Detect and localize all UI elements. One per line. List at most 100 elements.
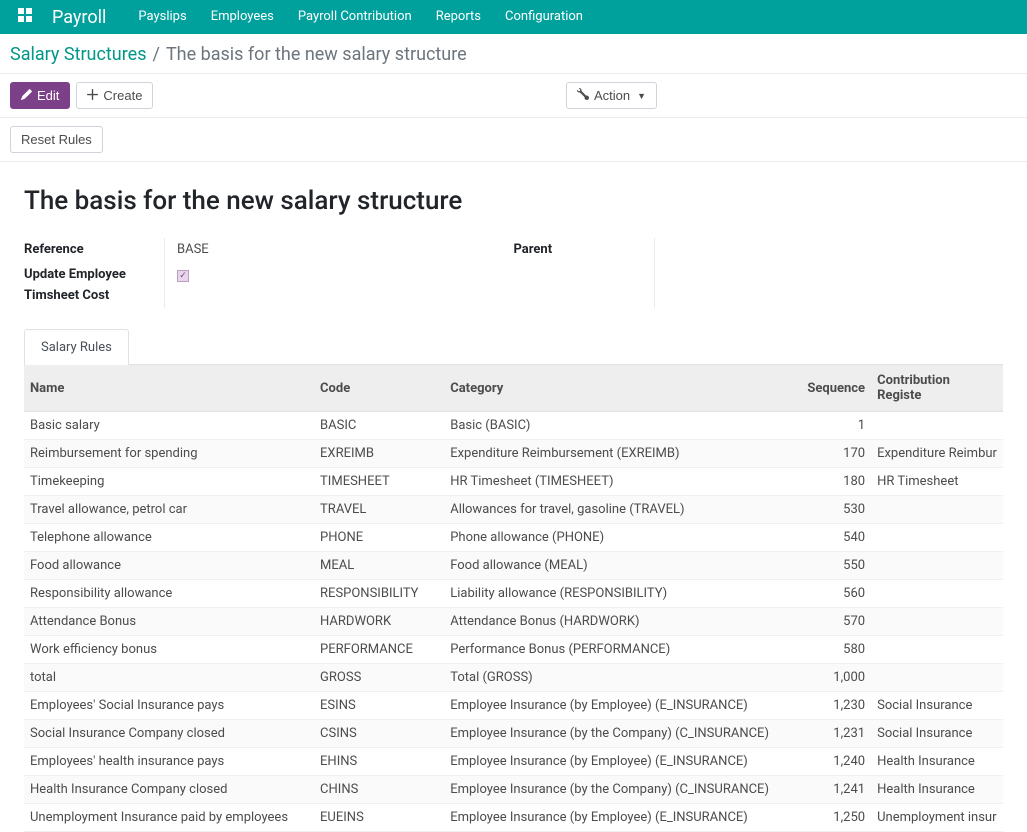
cell-reg [871,608,1003,636]
cp-left: Edit Create [10,82,153,109]
label-parent: Parent [514,238,654,263]
cell-code: RESPONSIBILITY [314,580,444,608]
cell-seq: 1,250 [795,804,872,832]
cell-code: TIMESHEET [314,468,444,496]
wrench-icon [577,88,589,103]
cell-code: EUEINS [314,804,444,832]
cell-name: Employees' Social Insurance pays [24,692,314,720]
cell-category: Allowances for travel, gasoline (TRAVEL) [444,496,794,524]
cell-seq: 170 [795,440,872,468]
th-category[interactable]: Category [444,365,794,412]
cell-reg: Health Insurance [871,748,1003,776]
table-row[interactable]: Social Insurance Company closedCSINSEmpl… [24,720,1003,748]
cell-category: Total (GROSS) [444,664,794,692]
cell-name: Employees' health insurance pays [24,748,314,776]
table-header-row: Name Code Category Sequence Contribution… [24,365,1003,412]
cell-reg [871,496,1003,524]
edit-button[interactable]: Edit [10,82,70,109]
th-name[interactable]: Name [24,365,314,412]
form-labels-left: Reference Update Employee Timsheet Cost [24,238,164,308]
label-reference: Reference [24,238,164,263]
th-register[interactable]: Contribution Registe [871,365,1003,412]
edit-label: Edit [37,88,59,103]
table-row[interactable]: totalGROSSTotal (GROSS)1,000 [24,664,1003,692]
cell-name: Basic salary [24,412,314,440]
table-row[interactable]: Unemployment Insurance paid by employees… [24,804,1003,832]
cell-seq: 570 [795,608,872,636]
table-row[interactable]: Attendance BonusHARDWORKAttendance Bonus… [24,608,1003,636]
cell-seq: 1,230 [795,692,872,720]
create-button[interactable]: Create [76,82,153,109]
cell-name: Work efficiency bonus [24,636,314,664]
tab-salary-rules[interactable]: Salary Rules [24,329,129,365]
cell-code: PHONE [314,524,444,552]
cell-seq: 540 [795,524,872,552]
control-panel: Edit Create Action ▼ [0,74,1027,118]
form-fields: Reference Update Employee Timsheet Cost … [24,238,1003,308]
reset-rules-button[interactable]: Reset Rules [10,126,103,153]
app-brand[interactable]: Payroll [42,7,126,28]
nav-employees[interactable]: Employees [199,0,286,34]
cell-seq: 580 [795,636,872,664]
table-row[interactable]: Travel allowance, petrol carTRAVELAllowa… [24,496,1003,524]
cell-category: Food allowance (MEAL) [444,552,794,580]
label-update-cost: Update Employee Timsheet Cost [24,263,164,309]
pencil-icon [21,88,32,103]
cell-code: MEAL [314,552,444,580]
cell-category: Liability allowance (RESPONSIBILITY) [444,580,794,608]
cell-category: Basic (BASIC) [444,412,794,440]
cell-name: Attendance Bonus [24,608,314,636]
table-row[interactable]: Employees' Social Insurance paysESINSEmp… [24,692,1003,720]
table-row[interactable]: Basic salaryBASICBasic (BASIC)1 [24,412,1003,440]
breadcrumb-parent[interactable]: Salary Structures [10,44,147,65]
th-code[interactable]: Code [314,365,444,412]
table-row[interactable]: Responsibility allowanceRESPONSIBILITYLi… [24,580,1003,608]
action-button[interactable]: Action ▼ [566,82,657,109]
table-row[interactable]: Telephone allowancePHONEPhone allowance … [24,524,1003,552]
breadcrumb: Salary Structures / The basis for the ne… [10,44,1017,65]
table-row[interactable]: Health Insurance Company closedCHINSEmpl… [24,776,1003,804]
cell-seq: 1,241 [795,776,872,804]
cell-code: TRAVEL [314,496,444,524]
form-values-left: BASE ✓ [164,238,514,308]
cell-name: Timekeeping [24,468,314,496]
salary-rules-table: Name Code Category Sequence Contribution… [24,365,1003,832]
th-sequence[interactable]: Sequence [795,365,872,412]
navbar-menu: Payslips Employees Payroll Contribution … [126,0,595,34]
breadcrumb-current: The basis for the new salary structure [166,44,467,65]
table-row[interactable]: Employees' health insurance paysEHINSEmp… [24,748,1003,776]
nav-payroll-contribution[interactable]: Payroll Contribution [286,0,424,34]
chevron-down-icon: ▼ [637,91,646,101]
value-parent [667,238,1004,242]
cell-reg [871,412,1003,440]
nav-configuration[interactable]: Configuration [493,0,595,34]
table-row[interactable]: Reimbursement for spendingEXREIMB Expendi… [24,440,1003,468]
cell-name: Food allowance [24,552,314,580]
table-row[interactable]: TimekeepingTIMESHEETHR Timesheet (TIMESH… [24,468,1003,496]
cell-reg: Expenditure Reimbur [871,440,1003,468]
form-col-right: Parent [514,238,1004,308]
cell-category: Performance Bonus (PERFORMANCE) [444,636,794,664]
table-row[interactable]: Work efficiency bonusPERFORMANCEPerforma… [24,636,1003,664]
create-label: Create [103,88,142,103]
cell-seq: 1,231 [795,720,872,748]
nav-payslips[interactable]: Payslips [126,0,198,34]
breadcrumb-separator: / [153,44,160,65]
cell-seq: 1,000 [795,664,872,692]
nav-reports[interactable]: Reports [424,0,493,34]
cell-code: CHINS [314,776,444,804]
cell-reg: Health Insurance [871,776,1003,804]
apps-icon[interactable] [8,8,42,26]
table-row[interactable]: Food allowanceMEALFood allowance (MEAL)5… [24,552,1003,580]
cell-code: GROSS [314,664,444,692]
cell-reg: HR Timesheet [871,468,1003,496]
cell-code: ESINS [314,692,444,720]
cell-seq: 180 [795,468,872,496]
cell-code: EXREIMB [314,440,444,468]
cell-code: BASIC [314,412,444,440]
cell-name: Responsibility allowance [24,580,314,608]
cell-seq: 560 [795,580,872,608]
cell-name: Reimbursement for spending [24,440,314,468]
cell-category: Employee Insurance (by the Company) (C_I… [444,720,794,748]
cell-category: Attendance Bonus (HARDWORK) [444,608,794,636]
